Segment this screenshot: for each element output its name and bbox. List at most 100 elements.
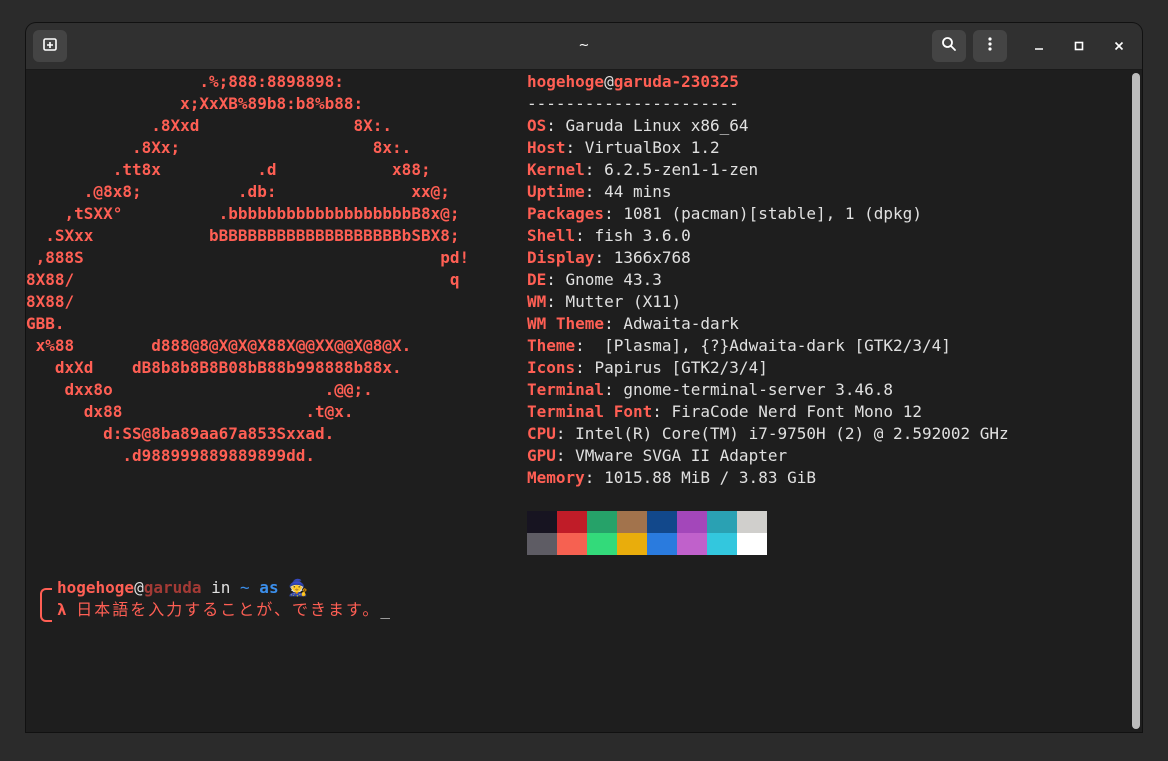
info-row-packages: Packages: 1081 (pacman)[stable], 1 (dpkg…	[527, 203, 922, 225]
palette-swatch	[647, 511, 677, 533]
lambda-icon: λ	[57, 600, 67, 619]
info-key: GPU	[527, 446, 556, 465]
command-input[interactable]: 日本語を入力することが、できます。	[76, 600, 380, 619]
info-separator: ----------------------	[527, 94, 739, 113]
info-value: : Garuda Linux x86_64	[546, 116, 749, 135]
info-row-cpu: CPU: Intel(R) Core(TM) i7-9750H (2) @ 2.…	[527, 423, 1009, 445]
info-value: : VMware SVGA II Adapter	[555, 446, 788, 465]
logo-line: 8X88/ q	[26, 270, 460, 289]
palette-swatch	[557, 511, 587, 533]
info-row-de: DE: Gnome 43.3	[527, 269, 662, 291]
info-key: OS	[527, 116, 547, 135]
prompt-in: in	[201, 578, 241, 597]
palette-swatch	[587, 533, 617, 555]
info-key: Shell	[527, 226, 576, 245]
info-value: : 1015.88 MiB / 3.83 GiB	[584, 468, 816, 487]
menu-button[interactable]	[973, 30, 1007, 62]
info-host: garuda-230325	[613, 72, 739, 91]
logo-line: .8Xxd 8X:.	[26, 116, 393, 135]
info-row-memory: Memory: 1015.88 MiB / 3.83 GiB	[527, 467, 816, 489]
scrollbar[interactable]	[1132, 73, 1140, 729]
prompt-bracket	[40, 588, 52, 622]
info-key: Host	[527, 138, 566, 157]
input-line[interactable]: λ 日本語を入力することが、できます。_	[57, 599, 390, 621]
info-row-terminal: Terminal: gnome-terminal-server 3.46.8	[527, 379, 893, 401]
palette-swatch	[677, 533, 707, 555]
info-key: Display	[527, 248, 595, 267]
info-key: Icons	[527, 358, 576, 377]
close-icon	[1113, 37, 1125, 56]
logo-line: x;XxXB%89b8:b8%b88:	[26, 94, 364, 113]
info-value: : gnome-terminal-server 3.46.8	[604, 380, 894, 399]
prompt-at: @	[134, 578, 144, 597]
new-tab-button[interactable]	[33, 30, 67, 62]
logo-line: 8X88/	[26, 292, 75, 311]
info-user: hogehoge	[527, 72, 605, 91]
info-row-wm-theme: WM Theme: Adwaita-dark	[527, 313, 739, 335]
palette-swatch	[737, 511, 767, 533]
logo-line: .tt8x .d x88;	[26, 160, 431, 179]
logo-line: GBB.	[26, 314, 65, 333]
info-value: : Mutter (X11)	[546, 292, 682, 311]
info-key: Packages	[527, 204, 605, 223]
logo-line: ,888S pd!	[26, 248, 470, 267]
info-value: : Gnome 43.3	[546, 270, 662, 289]
logo-line: dx88 .t@x.	[26, 402, 354, 421]
info-value: : 6.2.5-zen1-1-zen	[584, 160, 759, 179]
terminal-output[interactable]: .%;888:8898898: x;XxXB%89b8:b8%b88: .8Xx…	[26, 70, 1126, 732]
info-value: : fish 3.6.0	[575, 226, 691, 245]
text-cursor: _	[380, 600, 391, 619]
info-value: : Papirus [GTK2/3/4]	[575, 358, 768, 377]
info-row-wm: WM: Mutter (X11)	[527, 291, 681, 313]
palette-swatch	[587, 511, 617, 533]
prompt-host: garuda	[143, 578, 202, 597]
info-key: Uptime	[527, 182, 585, 201]
minimize-icon	[1033, 37, 1045, 56]
maximize-button[interactable]	[1067, 34, 1091, 58]
logo-line: x%88 d888@8@X@X@X88X@@XX@@X@8@X.	[26, 336, 412, 355]
minimize-button[interactable]	[1027, 34, 1051, 58]
info-key: Terminal Font	[527, 402, 653, 421]
info-value: : [Plasma], {?}Adwaita-dark [GTK2/3/4]	[575, 336, 951, 355]
info-value: : 1366x768	[594, 248, 691, 267]
info-at: @	[604, 72, 614, 91]
info-value: : 1081 (pacman)[stable], 1 (dpkg)	[604, 204, 922, 223]
info-row-theme: Theme: [Plasma], {?}Adwaita-dark [GTK2/3…	[527, 335, 951, 357]
info-row-icons: Icons: Papirus [GTK2/3/4]	[527, 357, 768, 379]
palette-swatch	[527, 511, 557, 533]
search-button[interactable]	[932, 30, 966, 62]
close-button[interactable]	[1107, 34, 1131, 58]
wizard-icon: 🧙	[288, 578, 309, 597]
palette-swatch	[617, 511, 647, 533]
info-row-kernel: Kernel: 6.2.5-zen1-1-zen	[527, 159, 758, 181]
info-row-terminal-font: Terminal Font: FiraCode Nerd Font Mono 1…	[527, 401, 922, 423]
kebab-menu-icon	[982, 36, 998, 56]
color-palette	[527, 511, 767, 555]
palette-swatch	[707, 511, 737, 533]
info-value: : Intel(R) Core(TM) i7-9750H (2) @ 2.592…	[555, 424, 1009, 443]
logo-line: .@8x8; .db: xx@;	[26, 182, 450, 201]
info-row-shell: Shell: fish 3.6.0	[527, 225, 691, 247]
info-value: : VirtualBox 1.2	[565, 138, 720, 157]
prompt-user: hogehoge	[57, 578, 135, 597]
prompt-line: hogehoge@garuda in ~ as 🧙	[57, 577, 308, 599]
info-key: CPU	[527, 424, 556, 443]
info-row-uptime: Uptime: 44 mins	[527, 181, 672, 203]
logo-line: .SXxx bBBBBBBBBBBBBBBBBBBBbSBX8;	[26, 226, 460, 245]
terminal-window: ~ .%;888:8898898: x;XxXB%89b8:b8%b88: .8…	[26, 23, 1142, 732]
info-value: : FiraCode Nerd Font Mono 12	[652, 402, 922, 421]
palette-swatch	[707, 533, 737, 555]
info-value: : 44 mins	[584, 182, 672, 201]
info-key: WM Theme	[527, 314, 605, 333]
info-key: Kernel	[527, 160, 585, 179]
logo-line: dxx8o .@@;.	[26, 380, 373, 399]
info-row-display: Display: 1366x768	[527, 247, 691, 269]
info-key: Theme	[527, 336, 576, 355]
title-bar: ~	[26, 23, 1142, 70]
palette-swatch	[737, 533, 767, 555]
logo-line: .%;888:8898898:	[26, 72, 344, 91]
logo-line: .8Xx; 8x:.	[26, 138, 412, 157]
new-tab-icon	[42, 36, 58, 56]
palette-swatch	[647, 533, 677, 555]
scrollbar-thumb[interactable]	[1132, 73, 1140, 729]
